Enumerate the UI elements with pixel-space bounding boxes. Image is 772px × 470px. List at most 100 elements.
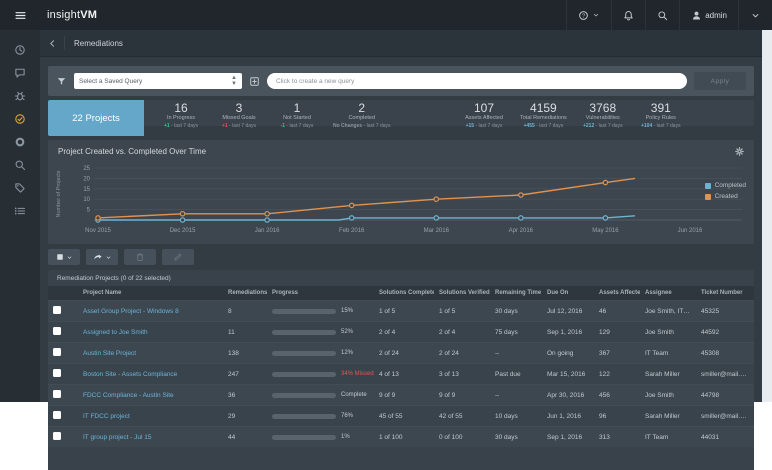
column-header-assignee[interactable]: Assignee xyxy=(640,286,696,301)
stats-bar: 22 Projects 16In Progress+1 - last 7 day… xyxy=(48,100,754,136)
svg-text:15: 15 xyxy=(83,187,90,193)
legend-swatch xyxy=(705,183,711,189)
legend-item: Created xyxy=(705,193,746,200)
cell-remediations: 138 xyxy=(223,343,267,364)
svg-text:Mar 2016: Mar 2016 xyxy=(424,228,450,234)
gear-icon[interactable] xyxy=(734,146,745,157)
cell-ticket: 45308 xyxy=(696,343,754,364)
sidebar-item-dashboards[interactable] xyxy=(0,61,40,84)
stat-value: 16 xyxy=(174,102,187,115)
notifications-button[interactable] xyxy=(611,0,645,30)
cell-remaining-time: 30 days xyxy=(490,427,542,448)
svg-text:Dec 2015: Dec 2015 xyxy=(170,228,196,234)
cell-assignee: Joe Smith, IT Team xyxy=(640,301,696,322)
column-header-assets-affected[interactable]: Assets Affected xyxy=(594,286,640,301)
cell-remaining-time: -- xyxy=(490,385,542,406)
back-button[interactable] xyxy=(40,38,64,49)
column-header-progress[interactable]: Progress xyxy=(267,286,374,301)
project-name-link[interactable]: FDCC Compliance - Austin Site xyxy=(83,392,174,399)
column-header-ticket-number[interactable]: Ticket Number xyxy=(696,286,754,301)
select-all-dropdown-button[interactable] xyxy=(48,249,80,265)
project-name-link[interactable]: Assigned to Joe Smith xyxy=(83,329,148,336)
table-row: Assigned to Joe Smith1152%2 of 42 of 475… xyxy=(48,322,754,343)
projects-count-badge: 22 Projects xyxy=(48,100,144,136)
column-header-remediations[interactable]: Remediations xyxy=(223,286,267,301)
search-button[interactable] xyxy=(645,0,679,30)
project-name-link[interactable]: IT group project - Jul 15 xyxy=(83,434,152,441)
stat-value: 4159 xyxy=(530,102,557,115)
stat-delta: +1 - last 7 days xyxy=(222,123,256,129)
project-name-link[interactable]: Austin Site Project xyxy=(83,350,136,357)
query-input[interactable] xyxy=(267,73,687,89)
project-name-link[interactable]: Asset Group Project - Windows 8 xyxy=(83,308,179,315)
row-checkbox[interactable] xyxy=(53,327,61,335)
cell-assignee: IT Team xyxy=(640,343,696,364)
user-menu[interactable]: admin xyxy=(679,0,738,30)
chevron-down-icon xyxy=(750,10,761,21)
saved-query-select[interactable]: Select a Saved Query ▲▼ xyxy=(74,73,242,89)
cell-assets-affected: 129 xyxy=(594,322,640,343)
cell-ticket: smiller@mail.com xyxy=(696,364,754,385)
svg-text:25: 25 xyxy=(83,166,90,172)
column-header-solutions-completed[interactable]: Solutions Completed xyxy=(374,286,434,301)
chevron-down-icon xyxy=(105,254,112,261)
row-checkbox[interactable] xyxy=(53,369,61,377)
help-button[interactable]: ? xyxy=(566,0,611,30)
row-checkbox[interactable] xyxy=(53,390,61,398)
username: admin xyxy=(705,11,727,20)
stat-label: Assets Affected xyxy=(465,115,503,121)
column-header-project-name[interactable]: Project Name xyxy=(78,286,223,301)
cell-ticket: 44592 xyxy=(696,322,754,343)
svg-text:Apr 2016: Apr 2016 xyxy=(509,228,534,234)
search-icon xyxy=(657,10,668,21)
chart-title: Project Created vs. Completed Over Time xyxy=(58,147,206,156)
sidebar-item-tags[interactable] xyxy=(0,176,40,199)
hamburger-menu-icon[interactable] xyxy=(0,9,40,22)
cell-solutions-verified: 1 of 5 xyxy=(434,301,490,322)
table-row: FDCC Compliance - Austin Site36Complete9… xyxy=(48,385,754,406)
cell-solutions-completed: 1 of 5 xyxy=(374,301,434,322)
delete-button[interactable] xyxy=(124,249,156,265)
cell-solutions-completed: 4 of 13 xyxy=(374,364,434,385)
clock-icon xyxy=(14,44,26,56)
row-checkbox[interactable] xyxy=(53,432,61,440)
cell-solutions-verified: 2 of 4 xyxy=(434,322,490,343)
svg-text:Feb 2016: Feb 2016 xyxy=(339,228,365,234)
column-header-due-on[interactable]: Due On xyxy=(542,286,594,301)
sidebar-item-remediations[interactable] xyxy=(0,107,40,130)
scrollbar-track[interactable] xyxy=(762,30,772,402)
sidebar-item-projects[interactable] xyxy=(0,130,40,153)
share-dropdown-button[interactable] xyxy=(86,249,118,265)
sidebar-item-investigate[interactable] xyxy=(0,153,40,176)
edit-button[interactable] xyxy=(162,249,194,265)
cell-due-on: Apr 30, 2016 xyxy=(542,385,594,406)
breadcrumb: Remediations xyxy=(40,30,762,57)
cell-solutions-verified: 3 of 13 xyxy=(434,364,490,385)
tag-icon xyxy=(14,182,26,194)
progress-label: 1% xyxy=(341,434,350,440)
cell-solutions-completed: 1 of 100 xyxy=(374,427,434,448)
legend-label: Created xyxy=(715,193,738,200)
sidebar-item-reports[interactable] xyxy=(0,199,40,222)
row-checkbox[interactable] xyxy=(53,411,61,419)
apply-query-button[interactable]: Apply xyxy=(694,72,746,90)
new-query-button[interactable] xyxy=(249,76,260,87)
main-content: Select a Saved Query ▲▼ Apply 22 Project… xyxy=(40,56,762,402)
progress-bar: Complete xyxy=(272,392,369,398)
cell-remediations: 8 xyxy=(223,301,267,322)
legend-swatch xyxy=(705,194,711,200)
share-icon xyxy=(93,252,103,262)
row-checkbox[interactable] xyxy=(53,306,61,314)
sidebar-item-vulnerabilities[interactable] xyxy=(0,84,40,107)
project-name-link[interactable]: Boston Site - Assets Compliance xyxy=(83,371,177,378)
project-name-link[interactable]: IT FDCC project xyxy=(83,413,130,420)
cell-assets-affected: 456 xyxy=(594,385,640,406)
cell-assets-affected: 313 xyxy=(594,427,640,448)
column-header-remaining-time[interactable]: Remaining Time xyxy=(490,286,542,301)
row-checkbox[interactable] xyxy=(53,348,61,356)
sidebar-item-history[interactable] xyxy=(0,38,40,61)
help-icon: ? xyxy=(578,10,589,21)
column-header-solutions-verified[interactable]: Solutions Verified xyxy=(434,286,490,301)
user-menu-chevron[interactable] xyxy=(738,0,772,30)
stat-value: 2 xyxy=(358,102,365,115)
